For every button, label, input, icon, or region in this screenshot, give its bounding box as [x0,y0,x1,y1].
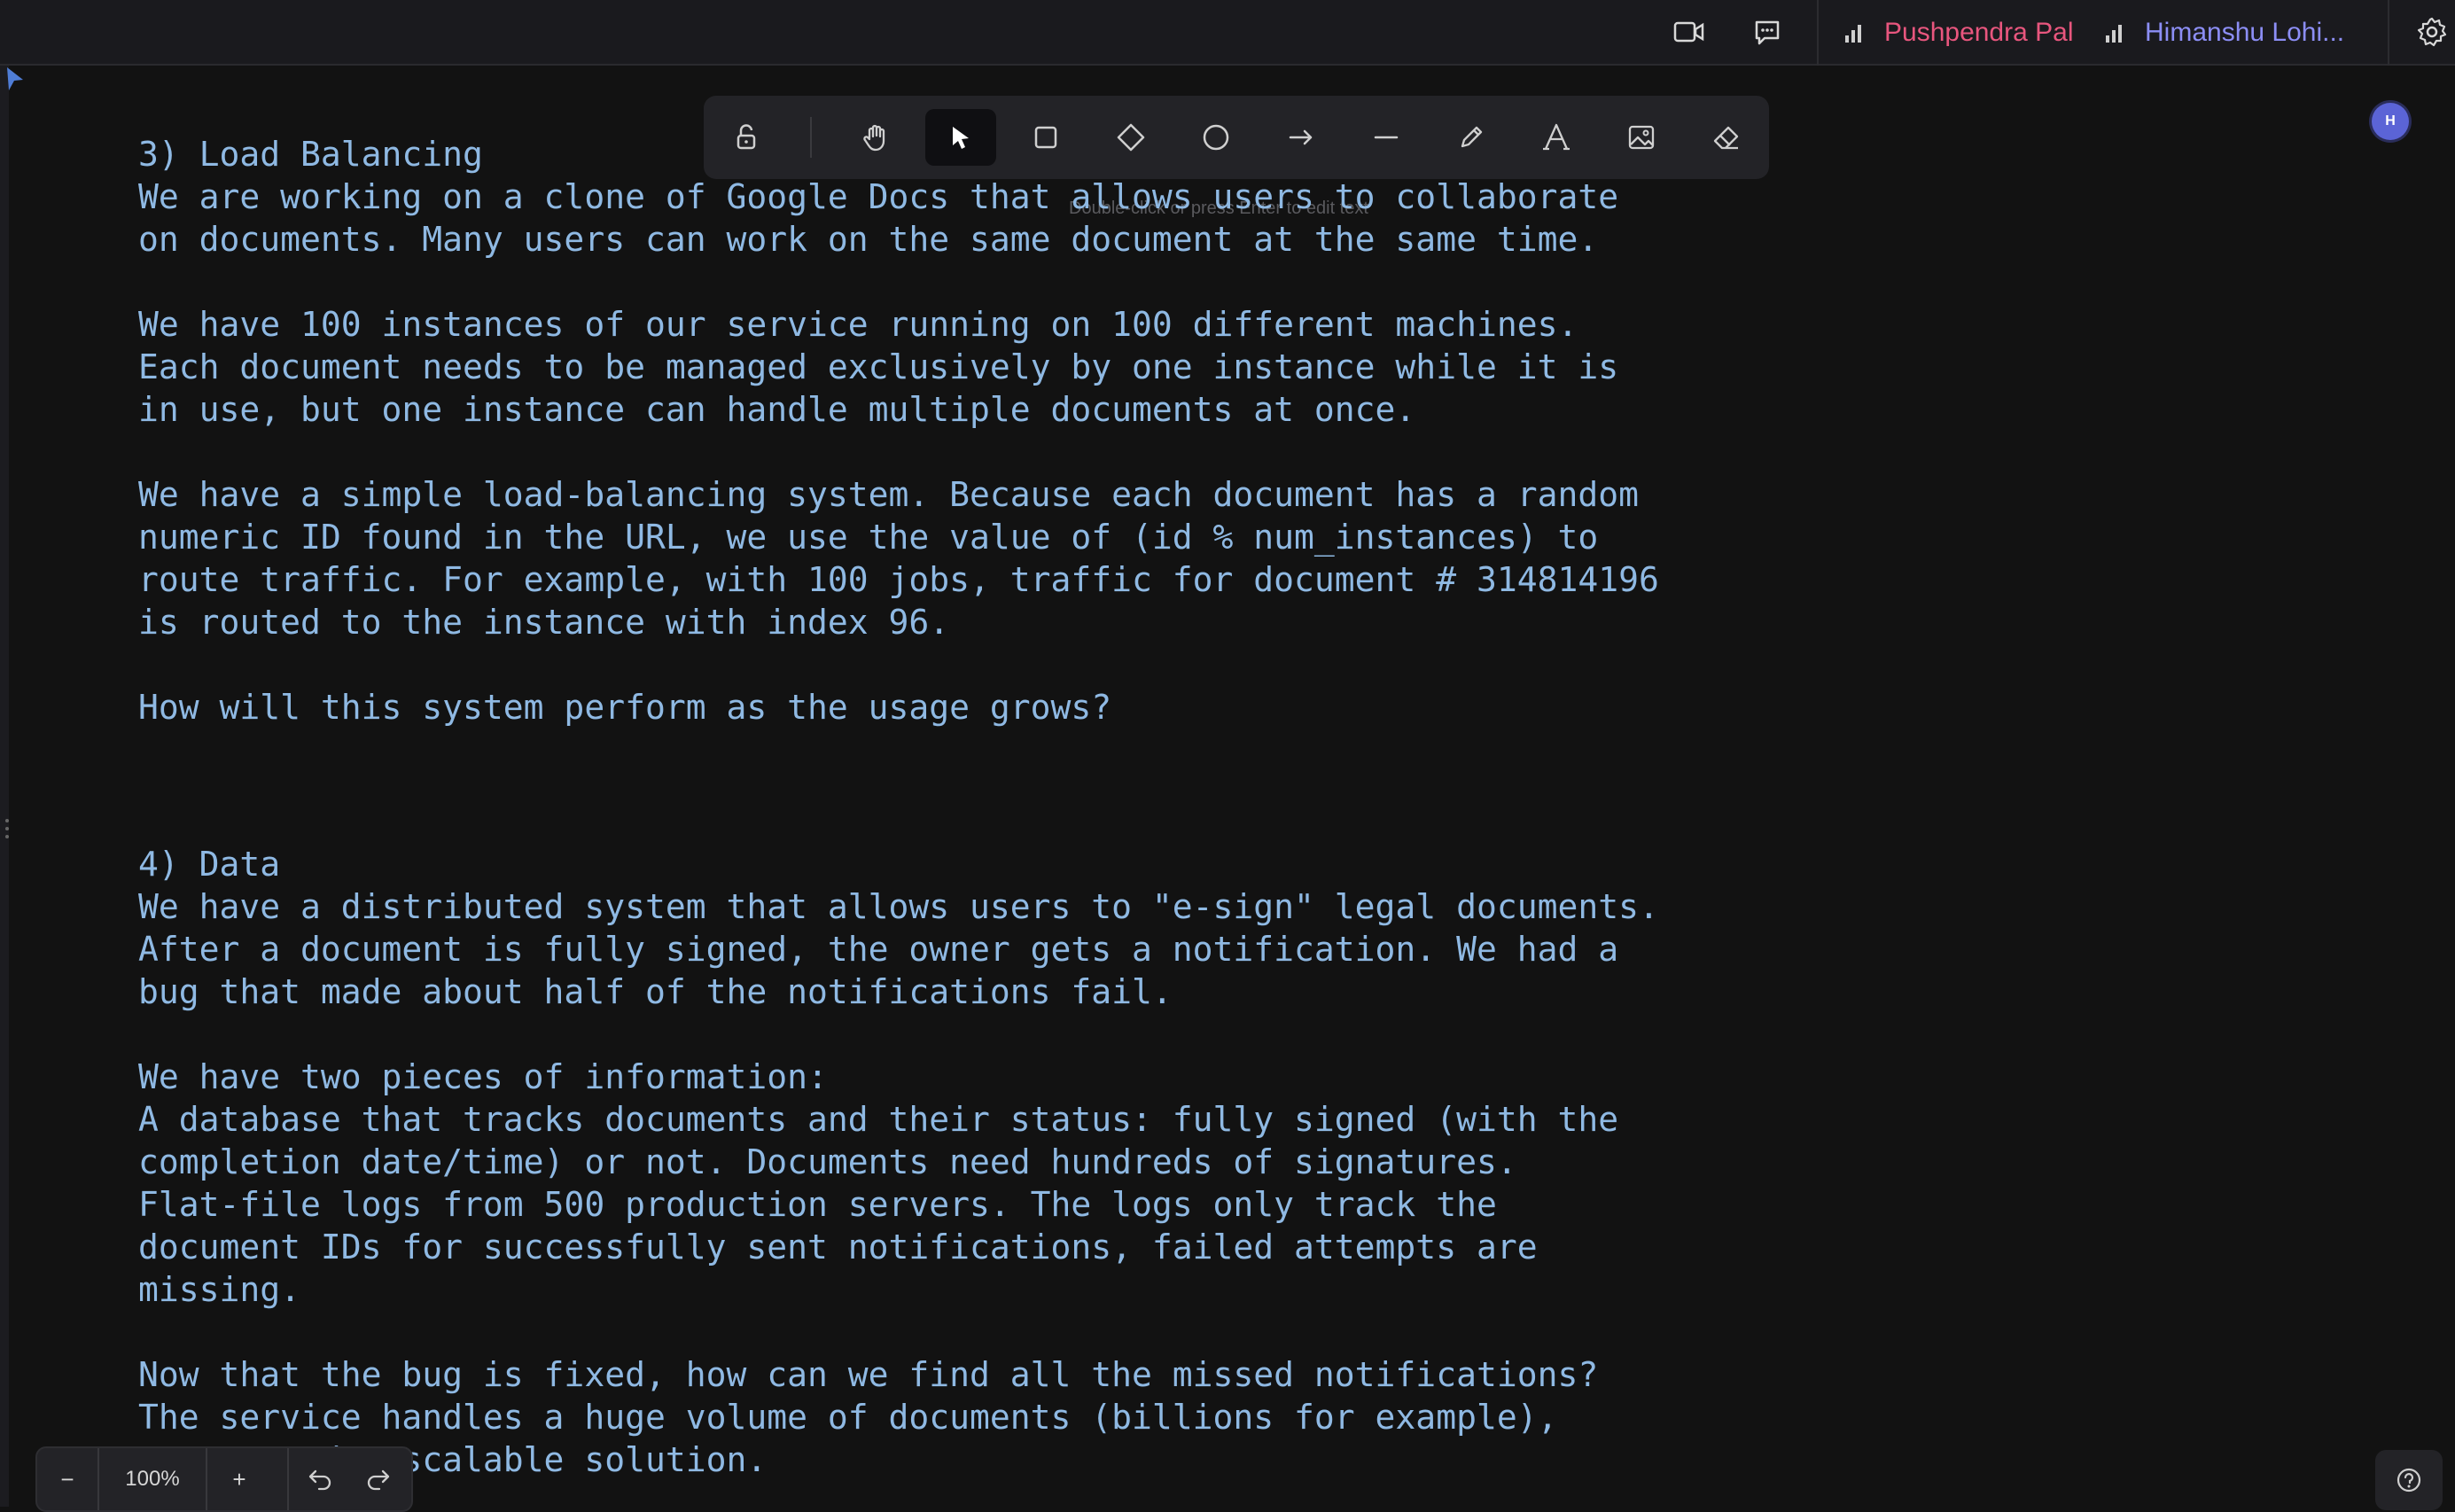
zoom-in-button[interactable]: + [207,1448,271,1510]
zoom-divider [287,1448,289,1510]
redo-icon[interactable] [349,1448,408,1510]
chat-icon[interactable] [1748,12,1787,51]
user-avatar[interactable]: H [2372,103,2409,140]
topbar-divider [2388,0,2389,66]
collaborator-pushpendra[interactable]: Pushpendra Pal [1845,11,2074,55]
canvas-text-load-balancing[interactable]: 3) Load Balancing We are working on a cl… [138,133,1659,729]
signal-icon [1845,23,1865,43]
canvas-text-data[interactable]: 4) Data We have a distributed system tha… [138,843,1659,1481]
video-call-icon[interactable] [1670,12,1709,51]
settings-gear-icon[interactable] [2412,12,2451,51]
remote-cursor-icon [5,66,25,97]
left-rail [0,66,9,1507]
zoom-undo-controls: − 100% + [35,1446,413,1512]
collaborator-himanshu[interactable]: Himanshu Lohi... [2106,11,2344,55]
eraser-icon[interactable] [1691,109,1762,166]
side-panel-grip-icon[interactable] [5,819,9,838]
collaborator-name: Himanshu Lohi... [2145,18,2345,47]
zoom-level[interactable]: 100% [99,1448,206,1510]
help-icon[interactable] [2375,1450,2443,1510]
undo-icon[interactable] [291,1448,349,1510]
collaborator-name: Pushpendra Pal [1884,18,2074,47]
top-bar: Pushpendra Pal Himanshu Lohi... [0,0,2455,66]
zoom-out-button[interactable]: − [37,1448,97,1510]
topbar-divider [1817,0,1819,66]
signal-icon [2106,23,2125,43]
